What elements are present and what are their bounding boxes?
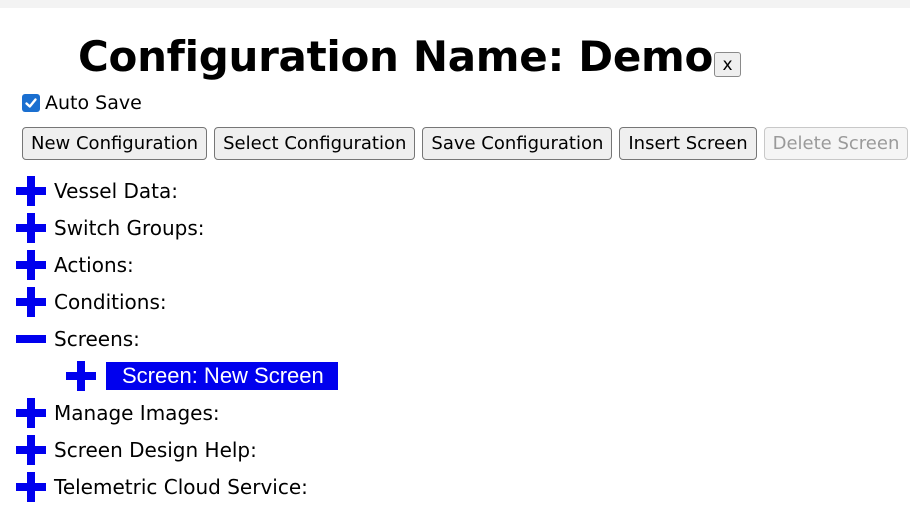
plus-icon[interactable] [14, 248, 48, 282]
header: Configuration Name: Demo x [78, 26, 742, 82]
tree-item-label: Manage Images: [54, 400, 220, 425]
plus-icon[interactable] [14, 470, 48, 504]
plus-icon[interactable] [14, 174, 48, 208]
autosave-label: Auto Save [45, 92, 142, 114]
tree-item-label: Actions: [54, 252, 134, 277]
top-strip [0, 0, 910, 8]
tree-item-label: Switch Groups: [54, 215, 205, 240]
plus-icon[interactable] [64, 359, 98, 393]
new-configuration-button[interactable]: New Configuration [22, 127, 208, 160]
tree-item-screen-new-screen[interactable]: Screen: New Screen [64, 357, 338, 394]
tree-item-label: Conditions: [54, 289, 167, 314]
checkmark-icon [25, 98, 37, 108]
tree-item-telemetric-cloud-service[interactable]: Telemetric Cloud Service: [14, 468, 338, 505]
config-tree: Vessel Data: Switch Groups: Actions: Con… [14, 172, 338, 505]
plus-icon[interactable] [14, 433, 48, 467]
page-title: Configuration Name: Demo [78, 32, 714, 81]
tree-item-vessel-data[interactable]: Vessel Data: [14, 172, 338, 209]
tree-item-screens[interactable]: Screens: [14, 320, 338, 357]
close-configuration-button[interactable]: x [714, 52, 742, 77]
tree-item-label: Screen Design Help: [54, 437, 257, 462]
save-configuration-button[interactable]: Save Configuration [422, 127, 613, 160]
plus-icon[interactable] [14, 211, 48, 245]
toolbar: New Configuration Select Configuration S… [22, 127, 909, 160]
tree-item-manage-images[interactable]: Manage Images: [14, 394, 338, 431]
autosave-checkbox[interactable] [22, 94, 40, 112]
tree-item-actions[interactable]: Actions: [14, 246, 338, 283]
tree-item-label: Telemetric Cloud Service: [54, 474, 308, 499]
tree-item-label: Screens: [54, 326, 140, 351]
tree-item-switch-groups[interactable]: Switch Groups: [14, 209, 338, 246]
selected-screen-label[interactable]: Screen: New Screen [106, 361, 338, 390]
plus-icon[interactable] [14, 285, 48, 319]
select-configuration-button[interactable]: Select Configuration [214, 127, 416, 160]
minus-icon[interactable] [14, 322, 48, 356]
tree-item-label: Vessel Data: [54, 178, 178, 203]
delete-screen-button: Delete Screen [763, 127, 909, 160]
tree-item-screen-design-help[interactable]: Screen Design Help: [14, 431, 338, 468]
autosave-row: Auto Save [22, 92, 142, 114]
insert-screen-button[interactable]: Insert Screen [619, 127, 757, 160]
tree-item-conditions[interactable]: Conditions: [14, 283, 338, 320]
plus-icon[interactable] [14, 396, 48, 430]
